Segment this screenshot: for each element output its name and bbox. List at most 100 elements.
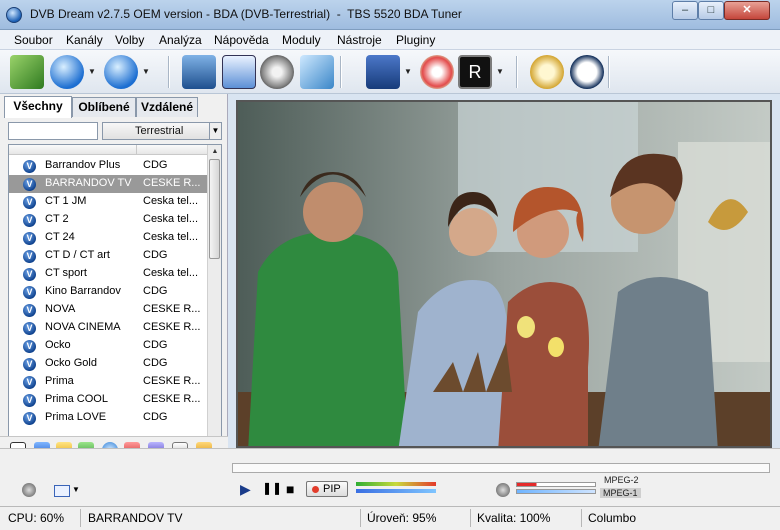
status-separator (360, 509, 361, 527)
stopwatch-icon[interactable] (530, 55, 564, 89)
record-dropdown-icon[interactable]: ▼ (403, 55, 413, 89)
channel-icon: V (23, 322, 36, 335)
menu-analyza[interactable]: Analýza (159, 33, 202, 47)
settings-gear-icon[interactable] (260, 55, 294, 89)
status-separator (581, 509, 582, 527)
column-header-name[interactable] (9, 145, 137, 155)
channel-network: CESKE R... (143, 393, 201, 405)
channel-row[interactable]: V BARRANDOV TV CESKE R... (9, 175, 207, 193)
channel-row[interactable]: V NOVA CESKE R... (9, 301, 207, 319)
chevron-down-icon[interactable]: ▼ (209, 123, 221, 139)
channel-icon: V (23, 394, 36, 407)
audio-volume-icon[interactable] (496, 483, 510, 497)
aspect-ratio-icon[interactable] (54, 485, 70, 497)
tab-all[interactable]: Všechny (4, 96, 72, 118)
menu-moduly[interactable]: Moduly (282, 33, 321, 47)
menu-pluginy[interactable]: Pluginy (396, 33, 435, 47)
channel-search-input[interactable] (8, 122, 98, 140)
channel-icon: V (23, 232, 36, 245)
pip-button[interactable]: PIP (306, 481, 348, 497)
title-bar: DVB Dream v2.7.5 OEM version - BDA (DVB-… (0, 0, 780, 30)
channel-row[interactable]: V Prima LOVE CDG (9, 409, 207, 427)
menu-nastroje[interactable]: Nástroje (337, 33, 382, 47)
stop-record-icon[interactable] (420, 55, 454, 89)
channel-row[interactable]: V Barrandov Plus CDG (9, 157, 207, 175)
channel-icon: V (23, 304, 36, 317)
channel-row[interactable]: V CT 1 JM Ceska tel... (9, 193, 207, 211)
tab-favorites[interactable]: Oblíbené (72, 97, 136, 117)
scroll-thumb[interactable] (209, 159, 220, 259)
channel-row[interactable]: V Ocko CDG (9, 337, 207, 355)
record-monitor-dropdown-icon[interactable]: ▼ (495, 55, 505, 89)
play-button[interactable]: ▶ (240, 481, 251, 498)
channel-row[interactable]: V CT D / CT art CDG (9, 247, 207, 265)
channel-list: V Barrandov Plus CDG V BARRANDOV TV CESKE R..… (8, 144, 222, 474)
app-icon (6, 7, 22, 23)
previous-dropdown-icon[interactable]: ▼ (87, 55, 97, 89)
channel-name: Barrandov Plus (45, 159, 121, 171)
channel-row[interactable]: V Ocko Gold CDG (9, 355, 207, 373)
channel-icon: V (23, 250, 36, 263)
channel-network: Ceska tel... (143, 213, 199, 225)
record-monitor-icon[interactable]: R (458, 55, 492, 89)
seek-bar[interactable] (232, 463, 770, 473)
video-area[interactable] (236, 100, 772, 448)
channel-network: CDG (143, 285, 168, 297)
channel-row[interactable]: V CT 2 Ceska tel... (9, 211, 207, 229)
toolbar-separator (340, 56, 342, 88)
next-dropdown-icon[interactable]: ▼ (141, 55, 151, 89)
channel-icon: V (23, 160, 36, 173)
clapperboard-icon[interactable] (366, 55, 400, 89)
channel-network: CDG (143, 159, 168, 171)
channel-name: CT 2 (45, 213, 69, 225)
source-select[interactable]: Terrestrial ▼ (102, 122, 222, 140)
tab-remote[interactable]: Vzdálené (136, 97, 198, 117)
aspect-dropdown-icon[interactable]: ▼ (72, 485, 80, 494)
status-bar: CPU: 60% BARRANDOV TV Úroveň: 95% Kvalit… (0, 506, 780, 530)
channel-network: Ceska tel... (143, 195, 199, 207)
channel-row[interactable]: V CT sport Ceska tel... (9, 265, 207, 283)
close-button[interactable]: ✕ (724, 1, 770, 20)
channel-name: Ocko (45, 339, 71, 351)
channel-network: CDG (143, 339, 168, 351)
channel-panel: Všechny Oblíbené Vzdálené Terrestrial ▼ … (0, 94, 228, 480)
minimize-button[interactable]: – (672, 1, 698, 20)
audio-level-meter (516, 482, 596, 487)
channel-list-scrollbar[interactable]: ▲ ▼ (207, 145, 221, 473)
maximize-button[interactable]: □ (698, 1, 724, 20)
channel-name: NOVA (45, 303, 76, 315)
player-controls: ▼ ▶ ❚❚ ■ PIP MPEG-2 MPEG-1 (0, 448, 780, 506)
video-codec-label: MPEG-2 (604, 475, 639, 485)
scroll-up-icon[interactable]: ▲ (208, 145, 221, 159)
open-folder-icon[interactable] (10, 55, 44, 89)
channel-row[interactable]: V Prima COOL CESKE R... (9, 391, 207, 409)
stop-button[interactable]: ■ (286, 481, 294, 497)
channel-icon: V (23, 340, 36, 353)
channel-row[interactable]: V Kino Barrandov CDG (9, 283, 207, 301)
next-channel-icon[interactable] (104, 55, 138, 89)
picture-icon[interactable] (300, 55, 334, 89)
channel-name: CT 24 (45, 231, 75, 243)
channel-row[interactable]: V CT 24 Ceska tel... (9, 229, 207, 247)
channel-name: Ocko Gold (45, 357, 97, 369)
clock-icon[interactable] (570, 55, 604, 89)
channel-row[interactable]: V Prima CESKE R... (9, 373, 207, 391)
cpu-status: CPU: 60% (8, 511, 65, 525)
signal-level-status: Úroveň: 95% (367, 511, 437, 525)
channel-row[interactable]: V NOVA CINEMA CESKE R... (9, 319, 207, 337)
menu-kanaly[interactable]: Kanály (66, 33, 103, 47)
channel-network: CESKE R... (143, 375, 201, 387)
channel-name: Prima COOL (45, 393, 108, 405)
volume-icon[interactable] (22, 483, 36, 497)
epg-window-icon[interactable] (222, 55, 256, 89)
pause-button[interactable]: ❚❚ (262, 481, 282, 495)
menu-soubor[interactable]: Soubor (14, 33, 53, 47)
previous-channel-icon[interactable] (50, 55, 84, 89)
monitor-icon[interactable] (182, 55, 216, 89)
menu-volby[interactable]: Volby (115, 33, 144, 47)
menu-napoveda[interactable]: Nápověda (214, 33, 269, 47)
pip-label: PIP (323, 483, 341, 495)
channel-network: CDG (143, 249, 168, 261)
channel-network: CDG (143, 411, 168, 423)
channel-icon: V (23, 286, 36, 299)
